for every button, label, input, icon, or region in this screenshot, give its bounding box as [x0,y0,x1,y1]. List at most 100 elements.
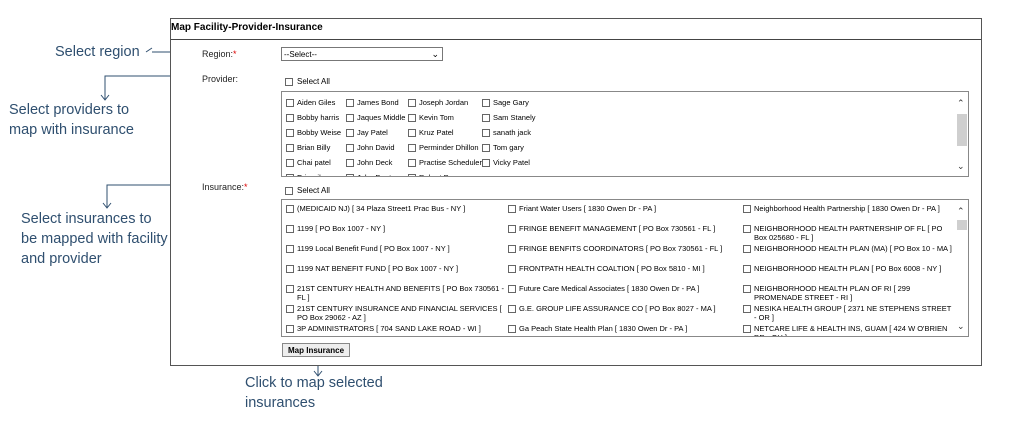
checkbox[interactable] [408,98,416,107]
insurance-item[interactable]: Friant Water Users [ 1830 Owen Dr - PA ] [508,203,743,223]
provider-item[interactable]: Kevin Tom [408,110,482,125]
checkbox[interactable] [346,158,354,167]
insurance-select-all[interactable]: Select All [285,186,330,195]
checkbox[interactable] [508,225,516,233]
insurance-item[interactable]: NEIGHBORHOOD HEALTH PLAN [ PO Box 6008 -… [743,263,955,283]
provider-list[interactable]: Aiden Giles James Bond Joseph Jordan Sage G… [281,91,969,177]
map-insurance-button[interactable]: Map Insurance [282,343,351,357]
provider-item[interactable]: Sage Gary [482,95,562,110]
provider-item[interactable]: Jay Patel [346,125,408,140]
checkbox[interactable] [286,158,294,167]
provider-item[interactable]: Bobby Weise [286,125,346,140]
checkbox[interactable] [286,205,294,213]
insurance-item[interactable]: FRONTPATH HEALTH COALTION [ PO Box 5810 … [508,263,743,283]
insurance-item[interactable]: Neighborhood Health Partnership [ 1830 O… [743,203,955,223]
checkbox[interactable] [286,305,294,313]
checkbox[interactable] [743,225,751,233]
insurance-item[interactable]: NEIGHBORHOOD HEALTH PLAN (MA) [ PO Box 1… [743,243,955,263]
checkbox[interactable] [482,98,490,107]
insurance-item[interactable]: 1199 [ PO Box 1007 - NY ] [286,223,508,243]
insurance-item[interactable]: NETCARE LIFE & HEALTH INS, GUAM [ 424 W … [743,323,955,336]
provider-item[interactable]: Brian Billy [286,140,346,155]
checkbox[interactable] [286,325,294,333]
insurance-list[interactable]: (MEDICAID NJ) [ 34 Plaza Street1 Prac Bu… [281,199,969,337]
insurance-item[interactable]: G.E. GROUP LIFE ASSURANCE CO [ PO Box 80… [508,303,743,323]
provider-item[interactable]: Chai patel [286,155,346,170]
insurance-item[interactable]: (MEDICAID NJ) [ 34 Plaza Street1 Prac Bu… [286,203,508,223]
provider-item[interactable] [482,170,562,176]
provider-item[interactable]: James Bond [346,95,408,110]
checkbox[interactable] [346,143,354,152]
provider-item[interactable]: Jaques Middle [346,110,408,125]
checkbox[interactable] [743,245,751,253]
provider-item[interactable]: Robert P [408,170,482,176]
provider-item[interactable]: John Dept [346,170,408,176]
insurance-item[interactable]: 1199 NAT BENEFIT FUND [ PO Box 1007 - NY… [286,263,508,283]
insurance-item[interactable]: 1199 Local Benefit Fund [ PO Box 1007 - … [286,243,508,263]
checkbox[interactable] [286,98,294,107]
checkbox[interactable] [286,245,294,253]
checkbox[interactable] [743,325,751,333]
insurance-item[interactable]: 21ST CENTURY HEALTH AND BENEFITS [ PO Bo… [286,283,508,303]
insurance-scrollbar[interactable]: ⌃ ⌄ [956,200,968,336]
checkbox[interactable] [286,128,294,137]
checkbox[interactable] [346,128,354,137]
scroll-thumb[interactable] [957,114,967,146]
checkbox[interactable] [743,205,751,213]
checkbox[interactable] [482,128,490,137]
provider-item[interactable]: Vicky Patel [482,155,562,170]
checkbox[interactable] [346,173,354,176]
insurance-item[interactable]: Future Care Medical Associates [ 1830 Ow… [508,283,743,303]
checkbox[interactable] [508,245,516,253]
checkbox[interactable] [408,113,416,122]
checkbox[interactable] [408,158,416,167]
insurance-item[interactable]: Ga Peach State Health Plan [ 1830 Owen D… [508,323,743,336]
checkbox[interactable] [508,325,516,333]
checkbox[interactable] [508,285,516,293]
scroll-up-icon[interactable]: ⌃ [957,98,965,109]
provider-item[interactable]: Practise Scheduler [408,155,482,170]
provider-item[interactable]: Sam Stanely [482,110,562,125]
insurance-item[interactable]: NEIGHBORHOOD HEALTH PLAN OF RI [ 299 PRO… [743,283,955,303]
checkbox[interactable] [346,98,354,107]
scroll-up-icon[interactable]: ⌃ [957,206,965,217]
provider-select-all[interactable]: Select All [285,77,330,86]
checkbox[interactable] [286,113,294,122]
checkbox[interactable] [482,158,490,167]
provider-item[interactable]: Tom gary [482,140,562,155]
provider-item[interactable]: Kruz Patel [408,125,482,140]
insurance-item[interactable]: FRINGE BENEFIT MANAGEMENT [ PO Box 73056… [508,223,743,243]
provider-item[interactable]: Bobby harris [286,110,346,125]
checkbox[interactable] [508,205,516,213]
checkbox[interactable] [743,285,751,293]
checkbox[interactable] [285,186,293,195]
checkbox[interactable] [508,265,516,273]
checkbox[interactable] [508,305,516,313]
provider-scrollbar[interactable]: ⌃ ⌄ [956,92,968,176]
insurance-item[interactable]: NESIKA HEALTH GROUP [ 2371 NE STEPHENS S… [743,303,955,323]
scroll-thumb[interactable] [957,220,967,230]
provider-item[interactable]: Eric wilson [286,170,346,176]
checkbox[interactable] [482,143,490,152]
checkbox[interactable] [285,77,293,86]
checkbox[interactable] [346,113,354,122]
provider-item[interactable]: sanath jack [482,125,562,140]
checkbox[interactable] [743,265,751,273]
provider-item[interactable]: John Deck [346,155,408,170]
checkbox[interactable] [286,285,294,293]
scroll-down-icon[interactable]: ⌄ [957,321,965,332]
insurance-item[interactable]: 21ST CENTURY INSURANCE AND FINANCIAL SER… [286,303,508,323]
checkbox[interactable] [286,225,294,233]
insurance-item[interactable]: NEIGHBORHOOD HEALTH PARTNERSHIP OF FL [ … [743,223,955,243]
checkbox[interactable] [286,143,294,152]
provider-item[interactable]: John David [346,140,408,155]
checkbox[interactable] [286,265,294,273]
checkbox[interactable] [482,113,490,122]
insurance-item[interactable]: 3P ADMINISTRATORS [ 704 SAND LAKE ROAD -… [286,323,508,336]
checkbox[interactable] [408,143,416,152]
provider-item[interactable]: Aiden Giles [286,95,346,110]
insurance-item[interactable]: FRINGE BENFITS COORDINATORS [ PO Box 730… [508,243,743,263]
checkbox[interactable] [286,173,294,176]
region-select[interactable]: --Select-- ⌄ [281,47,443,61]
checkbox[interactable] [743,305,751,313]
